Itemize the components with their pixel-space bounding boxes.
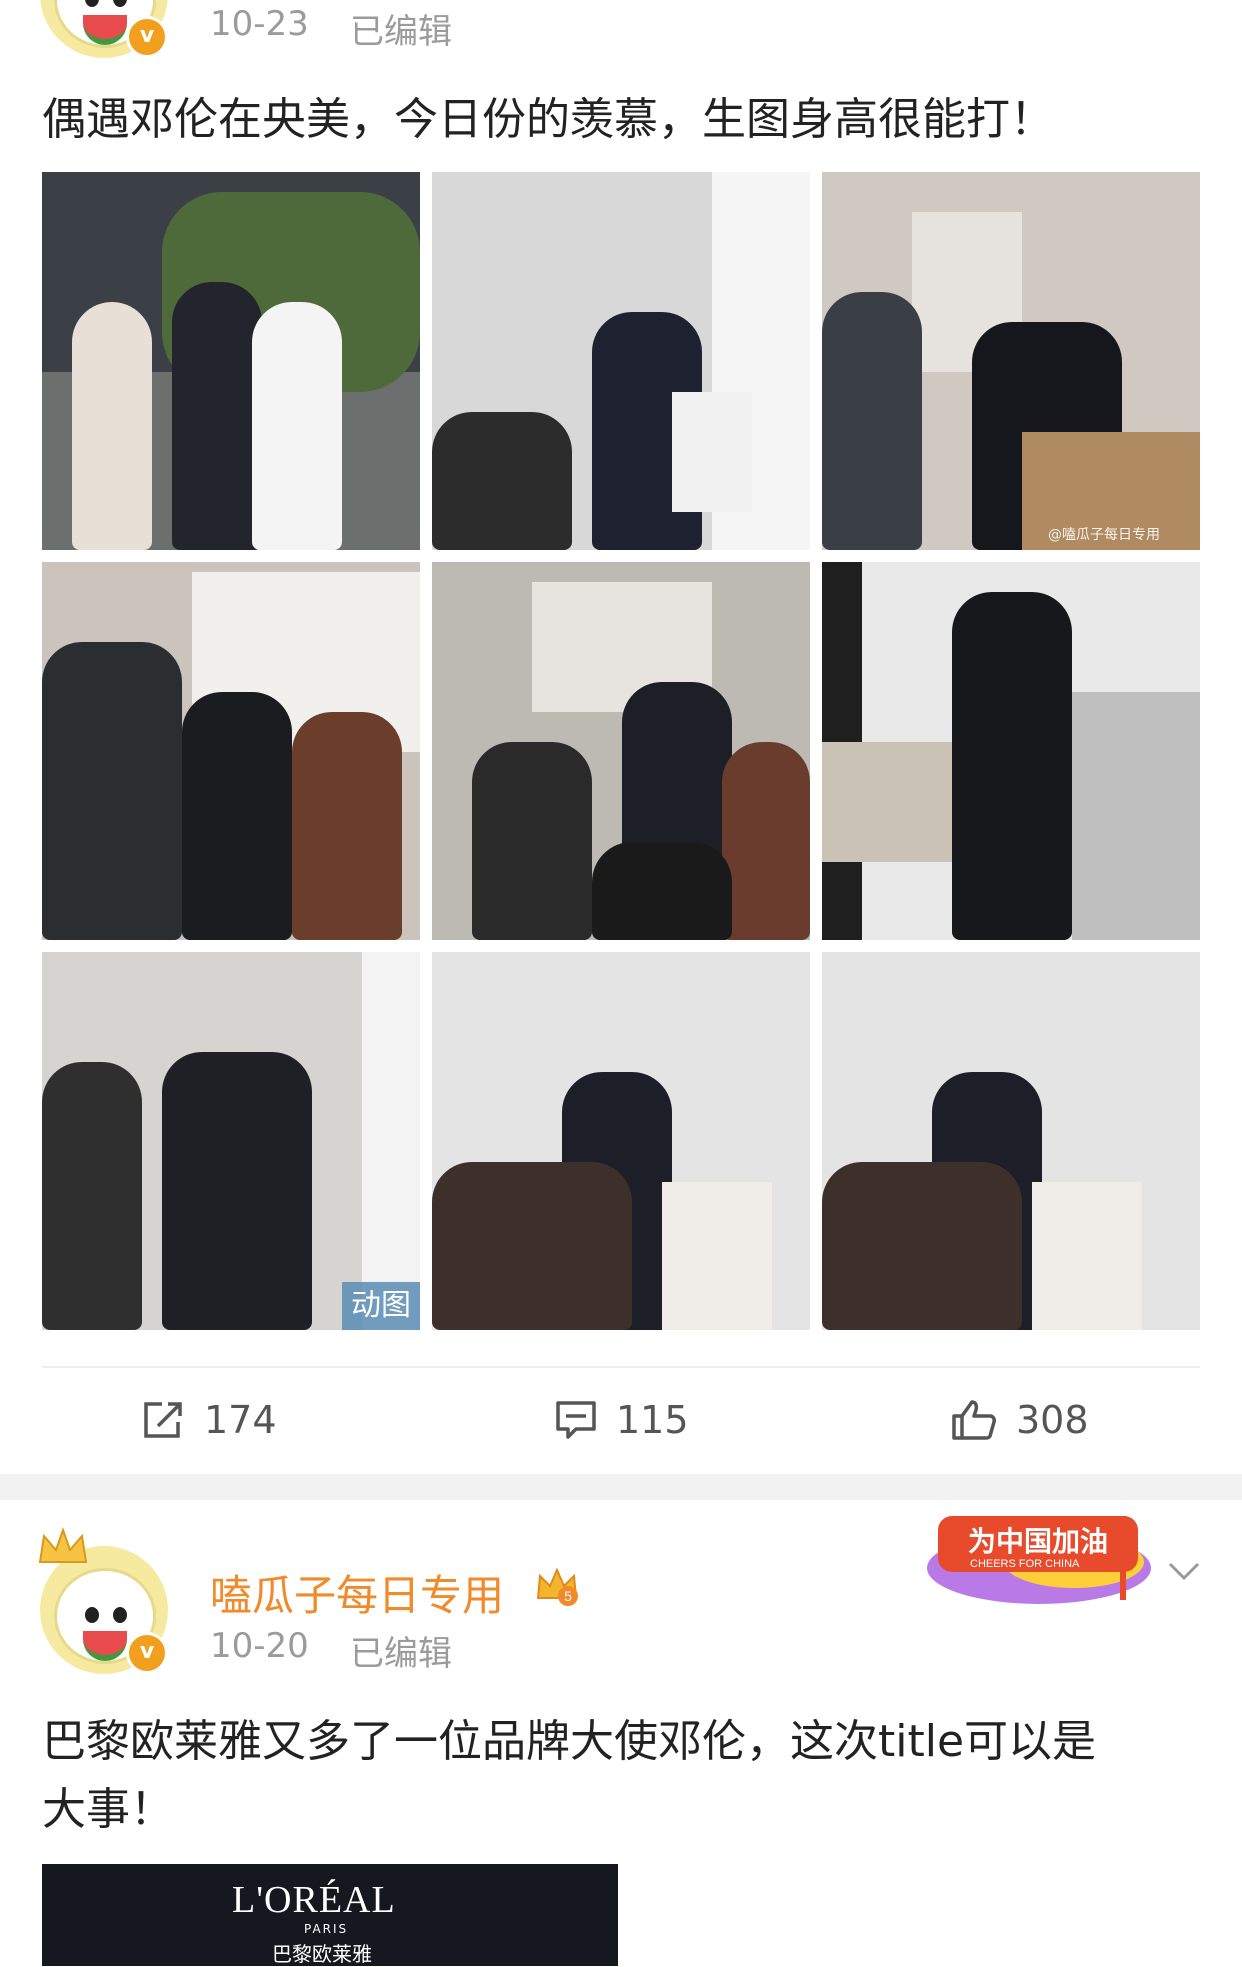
divider (42, 1366, 1200, 1368)
post-text-line-1: 巴黎欧莱雅又多了一位品牌大使邓伦，这次title可以是 (42, 1716, 1097, 1767)
post-date: 10-20 (210, 1626, 309, 1666)
banner-subtitle: CHEERS FOR CHINA (970, 1558, 1080, 1570)
chevron-down-icon[interactable] (1166, 1560, 1202, 1584)
repost-icon (144, 1402, 182, 1438)
loreal-logo: L'ORÉAL (232, 1879, 396, 1921)
comment-count: 115 (616, 1398, 689, 1442)
repost-count: 174 (204, 1398, 277, 1442)
like-count: 308 (1016, 1398, 1089, 1442)
cheers-for-china-banner[interactable]: 为中国加油 CHEERS FOR CHINA (924, 1506, 1154, 1606)
loreal-chinese: 巴黎欧莱雅 (272, 1942, 372, 1966)
post-date: 10-23 (210, 4, 309, 44)
loreal-paris: PARIS (304, 1922, 349, 1936)
photo-7-gif[interactable]: 动图 (42, 952, 420, 1330)
photo-2[interactable] (432, 172, 810, 550)
edited-label: 已编辑 (350, 12, 452, 52)
crown-icon (38, 1526, 88, 1563)
thumbs-up-icon (952, 1400, 996, 1440)
photo-9[interactable] (822, 952, 1200, 1330)
post-separator (0, 1474, 1242, 1500)
repost-button[interactable]: 174 (142, 1380, 277, 1460)
edited-label: 已编辑 (350, 1634, 452, 1674)
vip-crown-icon: 5 (536, 1567, 578, 1606)
photo-1[interactable] (42, 172, 420, 550)
photo-8[interactable] (432, 952, 810, 1330)
like-button[interactable]: 308 (950, 1380, 1089, 1460)
photo-6[interactable] (822, 562, 1200, 940)
gif-badge: 动图 (342, 1282, 420, 1330)
avatar[interactable]: v (38, 1526, 168, 1674)
banner-title: 为中国加油 (968, 1525, 1109, 1558)
photo-4[interactable] (42, 562, 420, 940)
photo-3[interactable]: @嗑瓜子每日专用 (822, 172, 1200, 550)
post-text: 偶遇邓伦在央美，今日份的羡慕，生图身高很能打！ (42, 94, 1054, 145)
verified-badge-icon: v (126, 16, 168, 58)
loreal-image[interactable]: L'ORÉAL PARIS 巴黎欧莱雅 (42, 1864, 618, 1966)
post-text-line-2: 大事！ (42, 1784, 174, 1835)
avatar[interactable]: v (40, 0, 168, 58)
photo-5[interactable] (432, 562, 810, 940)
username[interactable]: 嗑瓜子每日专用 (210, 1562, 504, 1623)
comment-icon (556, 1401, 596, 1439)
comment-button[interactable]: 115 (554, 1380, 689, 1460)
verified-badge-icon: v (126, 1632, 168, 1674)
svg-text:5: 5 (564, 1588, 572, 1604)
watermark: @嗑瓜子每日专用 (1048, 527, 1160, 543)
